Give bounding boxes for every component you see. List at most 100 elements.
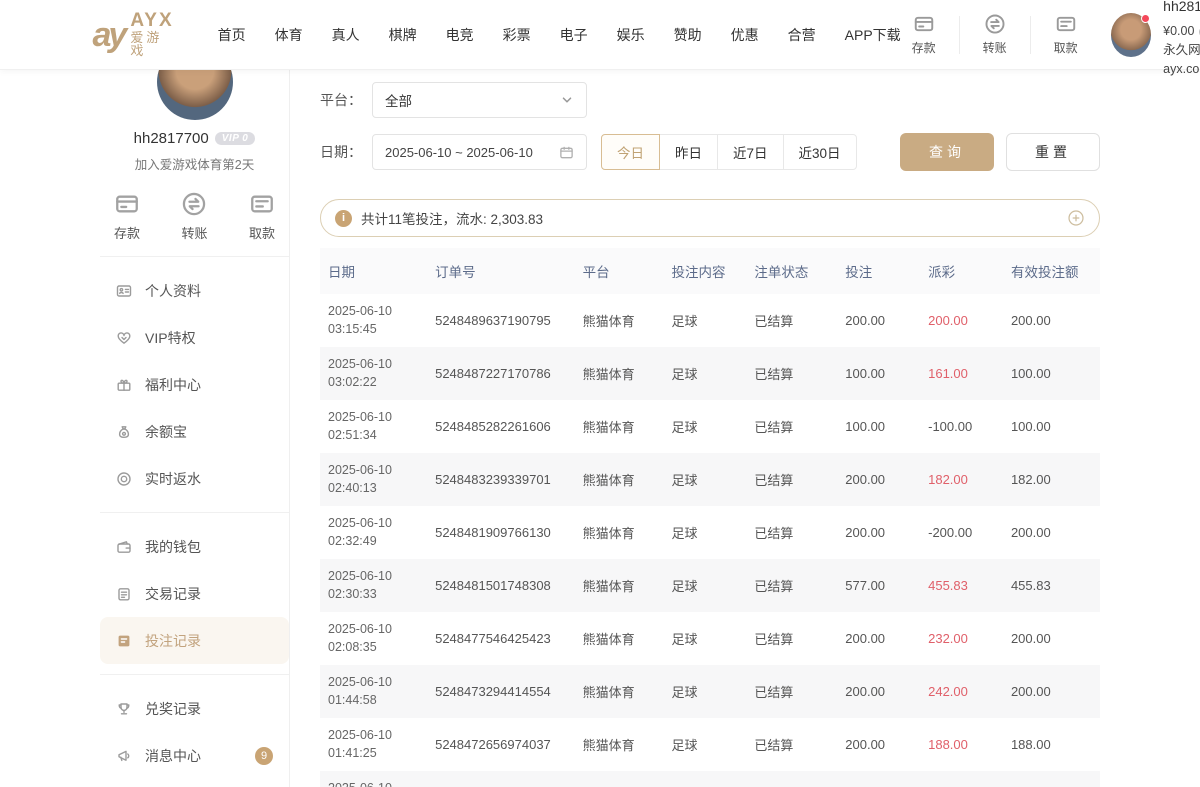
balance: ¥0.00 <box>1163 22 1194 41</box>
bet-records-table: 日期订单号平台投注内容注单状态投注派彩有效投注额 2025-06-1003:15… <box>320 248 1100 787</box>
sidebar-item-label: 投注记录 <box>145 631 201 651</box>
platform-select-value: 全部 <box>385 90 412 110</box>
cell-bet: 577.00 <box>837 559 920 612</box>
nav-item-合营[interactable]: 合营 <box>788 25 816 45</box>
nav-item-电竞[interactable]: 电竞 <box>446 25 474 45</box>
table-row[interactable]: 2025-06-1003:15:455248489637190795熊猫体育足球… <box>320 294 1100 347</box>
range-button-近30日[interactable]: 近30日 <box>783 134 857 170</box>
nav-item-APP下载[interactable]: APP下载 <box>845 25 901 45</box>
cell-status: 已结算 <box>746 506 837 559</box>
cell-order: 5248477546425423 <box>427 612 575 665</box>
brand-logo[interactable]: ay AYX 爱游戏 <box>93 11 174 58</box>
header-action-存款[interactable]: 存款 <box>901 13 947 56</box>
cell-date: 2025-06-1001:44:58 <box>320 665 427 718</box>
sidebar-item-意见反馈[interactable]: 意见反馈 <box>100 779 289 787</box>
cell-payout: -200.00 <box>920 506 1003 559</box>
sidebar-action-取款[interactable]: 取款 <box>249 191 275 242</box>
table-row[interactable]: 2025-06-1002:08:355248477546425423熊猫体育足球… <box>320 612 1100 665</box>
cell-content: 足球 <box>664 506 747 559</box>
deposit-card-icon <box>114 191 140 217</box>
sidebar-item-余额宝[interactable]: 余额宝 <box>100 408 289 455</box>
message-icon <box>116 748 132 764</box>
sidebar-item-兑奖记录[interactable]: 兑奖记录 <box>100 685 289 732</box>
table-row[interactable]: 2025-06-1002:30:335248481501748308熊猫体育足球… <box>320 559 1100 612</box>
cell-status: 已结算 <box>746 612 837 665</box>
divider <box>100 512 289 513</box>
sidebar-item-消息中心[interactable]: 消息中心9 <box>100 732 289 779</box>
header-action-转账[interactable]: 转账 <box>972 13 1018 56</box>
brand-name: AYX <box>130 11 173 31</box>
nav-item-赞助[interactable]: 赞助 <box>674 25 702 45</box>
table-row[interactable]: 2025-06-1001:41:255248472656974037熊猫体育足球… <box>320 718 1100 771</box>
cell-bet: 500.00 <box>837 771 920 787</box>
cell-order: 5248472656974037 <box>427 718 575 771</box>
deposit-card-icon <box>913 13 935 35</box>
sidebar-quick-actions: 存款转账取款 <box>100 191 289 242</box>
cell-platform: 熊猫体育 <box>575 400 664 453</box>
table-row[interactable]: 2025-06-1002:40:135248483239339701熊猫体育足球… <box>320 453 1100 506</box>
cell-date: 2025-06-1002:30:33 <box>320 559 427 612</box>
sidebar-item-label: 我的钱包 <box>145 537 201 557</box>
nav-item-优惠[interactable]: 优惠 <box>731 25 759 45</box>
nav-item-体育[interactable]: 体育 <box>275 25 303 45</box>
cell-bet: 100.00 <box>837 347 920 400</box>
cell-content: 足球 <box>664 718 747 771</box>
date-range-value: 2025-06-10 ~ 2025-06-10 <box>385 145 533 160</box>
cell-platform: 熊猫体育 <box>575 506 664 559</box>
cell-date: 2025-06-1003:15:45 <box>320 294 427 347</box>
sidebar-action-转账[interactable]: 转账 <box>181 191 207 242</box>
cell-valid: 200.00 <box>1003 294 1100 347</box>
table-row[interactable]: 2025-06-1003:02:225248487227170786熊猫体育足球… <box>320 347 1100 400</box>
nav-item-首页[interactable]: 首页 <box>218 25 246 45</box>
nav-item-电子[interactable]: 电子 <box>560 25 588 45</box>
table-row[interactable]: 2025-06-1000:37:572506091237588276IM体育足球… <box>320 771 1100 787</box>
action-label: 取款 <box>1054 39 1078 56</box>
nav-item-真人[interactable]: 真人 <box>332 25 360 45</box>
cell-platform: 熊猫体育 <box>575 347 664 400</box>
brand-monogram: ay <box>93 18 125 52</box>
sidebar-item-实时返水[interactable]: 实时返水 <box>100 455 289 502</box>
notification-dot <box>1141 14 1150 23</box>
bet-records-icon <box>116 633 132 649</box>
table-row[interactable]: 2025-06-1002:32:495248481909766130熊猫体育足球… <box>320 506 1100 559</box>
nav-item-娱乐[interactable]: 娱乐 <box>617 25 645 45</box>
sidebar-item-label: 福利中心 <box>145 375 201 395</box>
column-header-有效投注额: 有效投注额 <box>1003 248 1100 294</box>
summary-bar: i 共计11笔投注，流水: 2,303.83 <box>320 199 1100 237</box>
table-body: 2025-06-1003:15:455248489637190795熊猫体育足球… <box>320 294 1100 787</box>
cell-valid: 455.83 <box>1003 559 1100 612</box>
cell-content: 足球 <box>664 294 747 347</box>
cell-status: 已结算 <box>746 453 837 506</box>
transactions-icon <box>116 586 132 602</box>
sidebar-item-VIP特权[interactable]: VIP特权 <box>100 314 289 361</box>
range-button-今日[interactable]: 今日 <box>601 134 660 170</box>
search-button[interactable]: 查询 <box>900 133 994 171</box>
sidebar-item-投注记录[interactable]: 投注记录 <box>100 617 289 664</box>
username: hh2817700 <box>1163 0 1200 17</box>
column-header-投注内容: 投注内容 <box>664 248 747 294</box>
sidebar-action-存款[interactable]: 存款 <box>114 191 140 242</box>
sidebar-item-个人资料[interactable]: 个人资料 <box>100 267 289 314</box>
nav-item-彩票[interactable]: 彩票 <box>503 25 531 45</box>
top-header: ay AYX 爱游戏 首页 体育 真人 棋牌 电竞 彩票 电子 娱乐 赞助 优惠 合营 APP下载 存… <box>0 0 1200 70</box>
column-header-注单状态: 注单状态 <box>746 248 837 294</box>
header-action-取款[interactable]: 取款 <box>1043 13 1089 56</box>
platform-select[interactable]: 全部 <box>372 82 587 118</box>
sidebar-item-福利中心[interactable]: 福利中心 <box>100 361 289 408</box>
header-avatar[interactable] <box>1111 13 1151 57</box>
nav-item-棋牌[interactable]: 棋牌 <box>389 25 417 45</box>
sidebar-item-我的钱包[interactable]: 我的钱包 <box>100 523 289 570</box>
reset-button[interactable]: 重置 <box>1006 133 1100 171</box>
cell-order: 5248485282261606 <box>427 400 575 453</box>
plus-circle-icon[interactable] <box>1067 209 1085 227</box>
sidebar-item-交易记录[interactable]: 交易记录 <box>100 570 289 617</box>
cell-status: 已结算 <box>746 400 837 453</box>
date-range-input[interactable]: 2025-06-10 ~ 2025-06-10 <box>372 134 587 170</box>
range-button-近7日[interactable]: 近7日 <box>717 134 784 170</box>
table-row[interactable]: 2025-06-1002:51:345248485282261606熊猫体育足球… <box>320 400 1100 453</box>
range-button-昨日[interactable]: 昨日 <box>659 134 718 170</box>
cell-order: 5248487227170786 <box>427 347 575 400</box>
cell-order: 5248489637190795 <box>427 294 575 347</box>
cell-valid: 200.00 <box>1003 506 1100 559</box>
table-row[interactable]: 2025-06-1001:44:585248473294414554熊猫体育足球… <box>320 665 1100 718</box>
